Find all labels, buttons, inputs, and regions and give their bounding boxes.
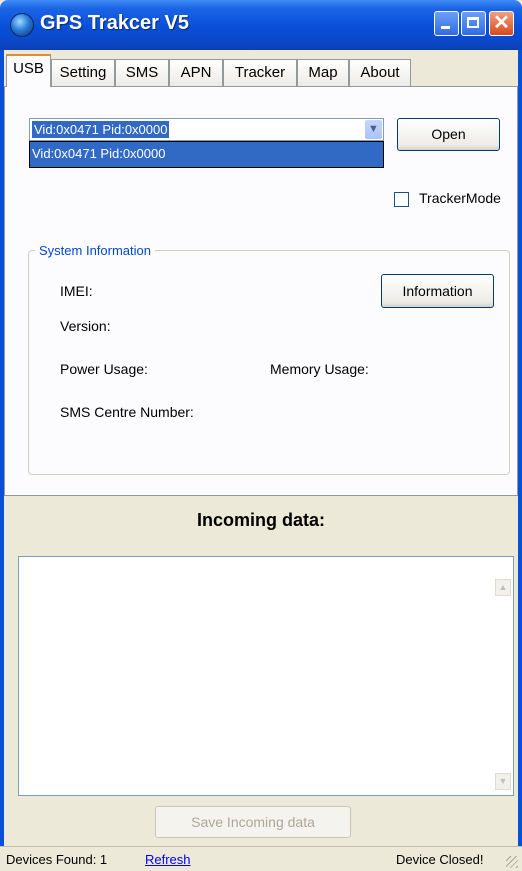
scroll-down-icon[interactable]: ▼ (495, 773, 511, 790)
maximize-button[interactable] (461, 11, 486, 36)
scroll-up-icon[interactable]: ▲ (495, 579, 511, 596)
device-select-value: Vid:0x0471 Pid:0x0000 (32, 121, 170, 138)
device-dropdown-list: Vid:0x0471 Pid:0x0000 (29, 141, 384, 168)
version-label: Version: (60, 318, 111, 334)
imei-label: IMEI: (60, 283, 93, 299)
tab-sms[interactable]: SMS (115, 59, 169, 86)
save-incoming-data-button[interactable]: Save Incoming data (155, 806, 351, 838)
tab-tracker[interactable]: Tracker (223, 59, 297, 86)
system-information-title: System Information (35, 243, 155, 258)
device-option[interactable]: Vid:0x0471 Pid:0x0000 (32, 145, 165, 163)
tracker-mode-label[interactable]: TrackerMode (419, 190, 501, 206)
sms-centre-number-label: SMS Centre Number: (60, 404, 194, 420)
status-bar: Devices Found: 1 Refresh Device Closed! (0, 846, 522, 871)
device-state-text: Device Closed! (396, 852, 484, 867)
tracker-mode-checkbox[interactable] (394, 192, 409, 207)
tab-setting[interactable]: Setting (51, 59, 115, 86)
tab-apn[interactable]: APN (169, 59, 223, 86)
minimize-icon (441, 26, 450, 29)
chevron-down-icon[interactable]: ▼ (365, 120, 382, 139)
devices-found-text: Devices Found: 1 (6, 852, 108, 867)
window-border-right (518, 50, 522, 870)
incoming-data-textarea[interactable]: ▲ ▼ (18, 556, 514, 796)
memory-usage-label: Memory Usage: (270, 361, 369, 377)
tab-strip: USB Setting SMS APN Tracker Map About (4, 50, 518, 87)
information-button[interactable]: Information (381, 274, 494, 308)
globe-icon (10, 13, 34, 37)
tab-usb[interactable]: USB (6, 54, 51, 87)
resize-grip-icon[interactable] (506, 856, 518, 868)
power-usage-label: Power Usage: (60, 361, 148, 377)
refresh-link[interactable]: Refresh (145, 852, 191, 867)
close-button[interactable]: ✕ (489, 11, 514, 36)
incoming-data-title: Incoming data: (196, 510, 325, 530)
open-button[interactable]: Open (397, 118, 500, 151)
maximize-icon (467, 17, 479, 28)
title-bar[interactable]: GPS Trakcer V5 ✕ (0, 0, 522, 50)
device-select[interactable]: Vid:0x0471 Pid:0x0000 ▼ (29, 118, 384, 141)
tab-about[interactable]: About (349, 59, 411, 86)
tab-map[interactable]: Map (297, 59, 349, 86)
window-title: GPS Trakcer V5 (40, 12, 189, 34)
close-icon: ✕ (493, 12, 510, 34)
minimize-button[interactable] (434, 11, 459, 36)
